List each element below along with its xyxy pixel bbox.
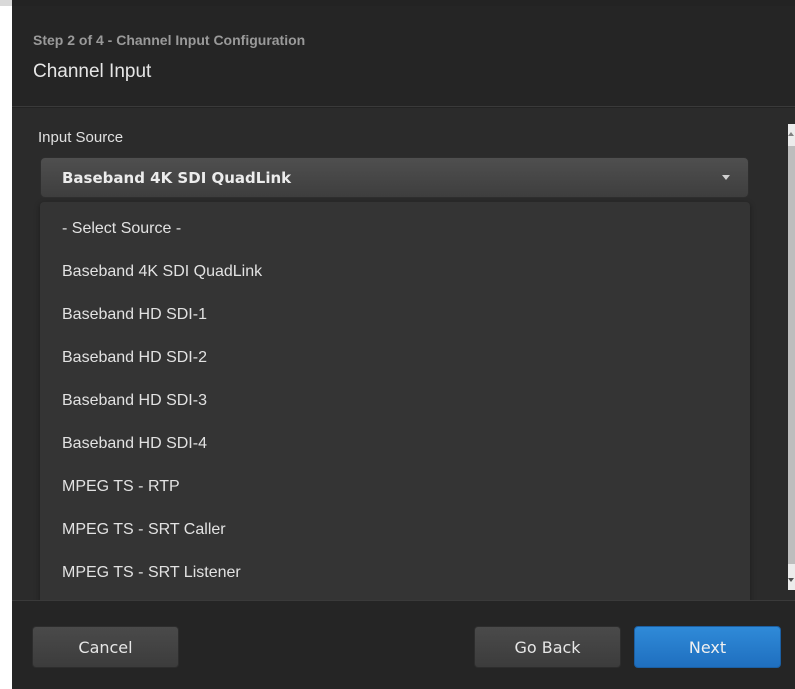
dropdown-option[interactable]: Baseband HD SDI-3 bbox=[40, 380, 750, 422]
dropdown-option[interactable]: MPEG TS - SRT Caller bbox=[40, 509, 750, 551]
dialog-header: Step 2 of 4 - Channel Input Configuratio… bbox=[12, 6, 795, 107]
dropdown-option[interactable]: Baseband HD SDI-2 bbox=[40, 337, 750, 379]
scrollbar-thumb[interactable] bbox=[788, 146, 795, 564]
next-button[interactable]: Next bbox=[634, 626, 781, 668]
dialog-title: Channel Input bbox=[33, 61, 152, 82]
dropdown-option[interactable]: Baseband HD SDI-4 bbox=[40, 423, 750, 465]
input-source-select[interactable]: Baseband 4K SDI QuadLink bbox=[40, 157, 749, 198]
dropdown-option[interactable]: MPEG TS - SRT Listener bbox=[40, 552, 750, 594]
body-scrollbar[interactable] bbox=[788, 124, 795, 590]
dropdown-option[interactable]: Baseband HD SDI-1 bbox=[40, 294, 750, 336]
cancel-button[interactable]: Cancel bbox=[32, 626, 179, 668]
dropdown-option[interactable]: Baseband 4K SDI QuadLink bbox=[40, 251, 750, 293]
chevron-down-icon bbox=[722, 175, 730, 180]
dropdown-option[interactable]: MPEG TS - RTP bbox=[40, 466, 750, 508]
dialog-footer: Cancel Go Back Next bbox=[12, 600, 795, 689]
dialog-body: Input Source Baseband 4K SDI QuadLink - … bbox=[12, 108, 795, 602]
input-source-selected-value: Baseband 4K SDI QuadLink bbox=[62, 169, 292, 187]
dropdown-option[interactable]: - Select Source - bbox=[40, 208, 750, 250]
wizard-dialog: Step 2 of 4 - Channel Input Configuratio… bbox=[12, 0, 795, 689]
step-indicator: Step 2 of 4 - Channel Input Configuratio… bbox=[33, 32, 306, 48]
scroll-down-arrow-icon[interactable] bbox=[788, 578, 794, 582]
go-back-button[interactable]: Go Back bbox=[474, 626, 621, 668]
scroll-up-arrow-icon[interactable] bbox=[788, 132, 794, 136]
input-source-label: Input Source bbox=[38, 129, 124, 146]
input-source-dropdown-list: - Select Source - Baseband 4K SDI QuadLi… bbox=[40, 202, 750, 602]
